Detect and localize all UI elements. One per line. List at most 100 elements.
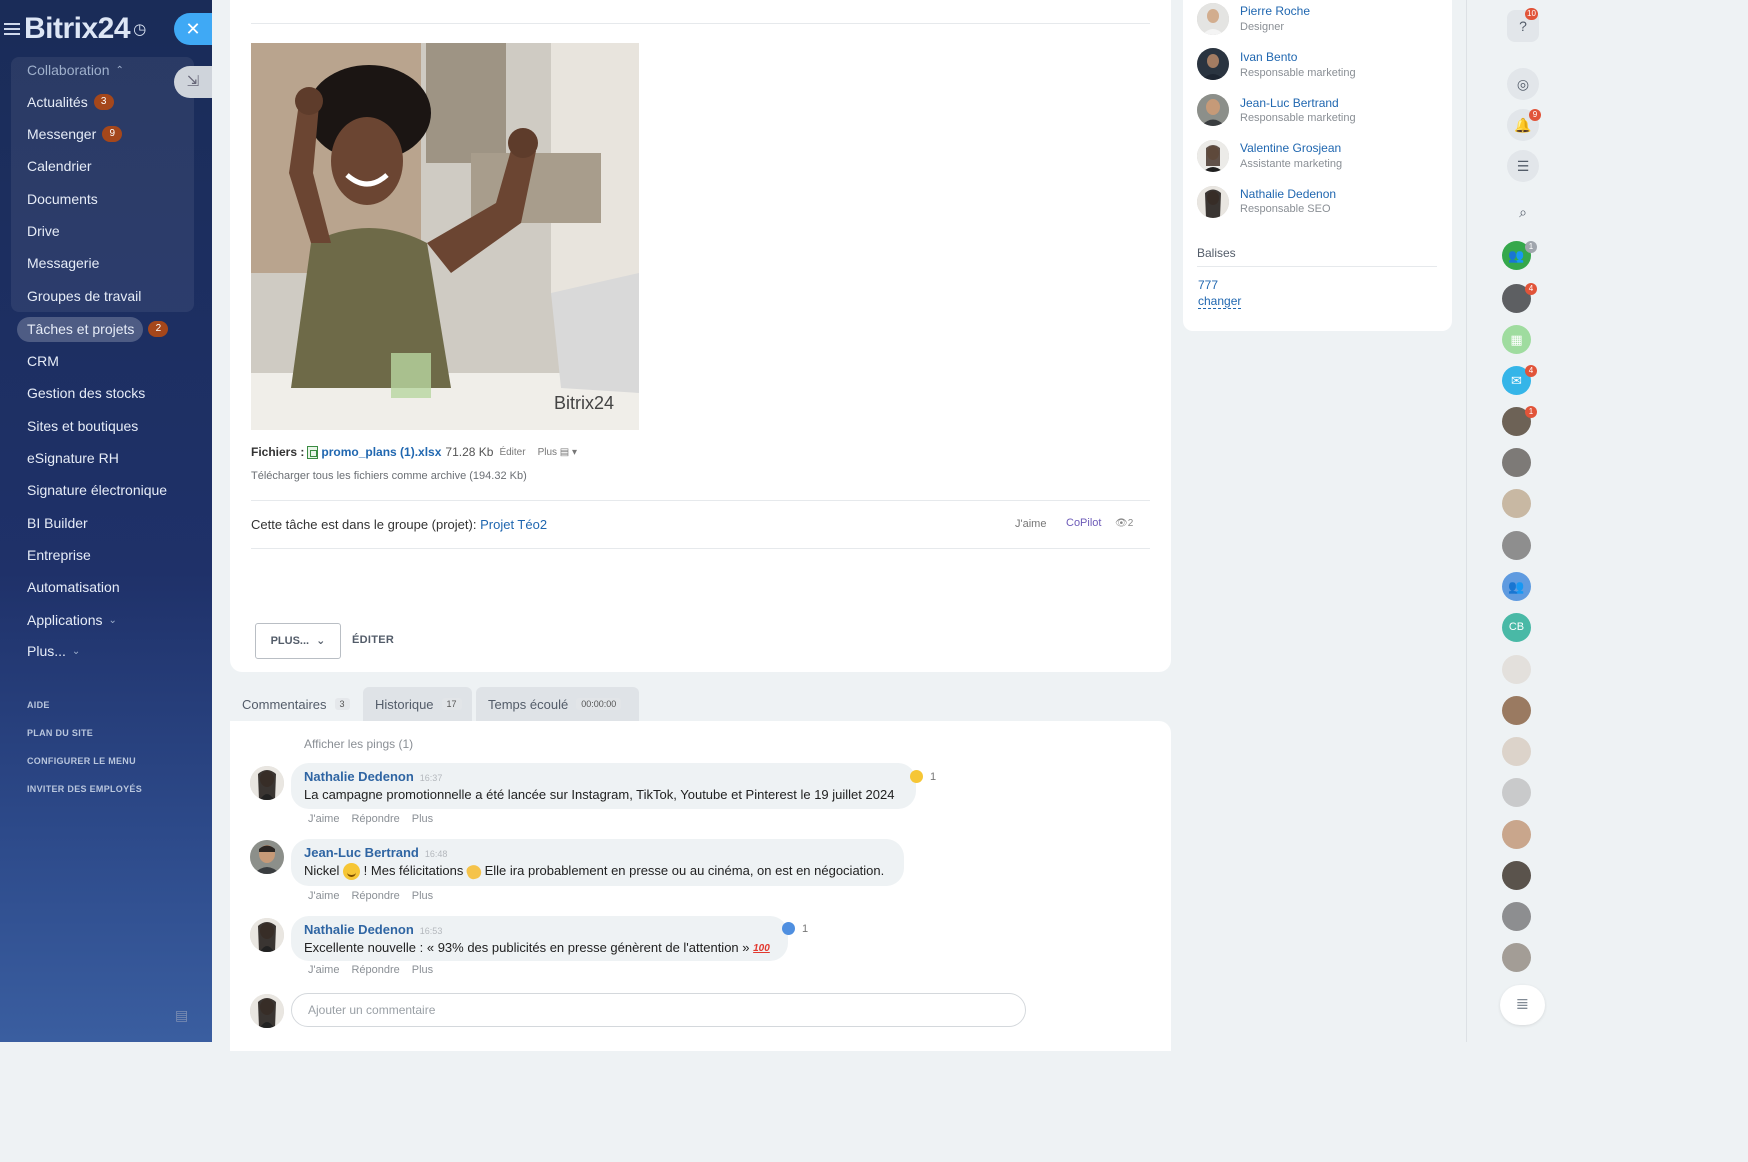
group-label: Cette tâche est dans le groupe (projet): xyxy=(251,517,477,532)
avatar[interactable] xyxy=(1197,140,1229,172)
sidebar-item-applications[interactable]: Applications ⌄ xyxy=(27,612,117,628)
edit-button[interactable]: ÉDITER xyxy=(352,634,394,646)
sidebar-item-label: Calendrier xyxy=(27,158,92,174)
comment-author[interactable]: Nathalie Dedenon xyxy=(304,922,414,937)
avatar[interactable] xyxy=(1502,531,1531,560)
reaction[interactable]: 1 xyxy=(782,922,808,935)
document-chat-icon[interactable]: ▦ xyxy=(1502,325,1531,354)
sidebar-item-groupes[interactable]: Groupes de travail xyxy=(27,288,141,304)
close-icon[interactable]: ✕ xyxy=(174,13,212,45)
tab-history[interactable]: Historique 17 xyxy=(363,687,472,721)
logo[interactable]: Bitrix24 ◷ xyxy=(4,12,146,46)
avatar[interactable] xyxy=(1502,820,1531,849)
avatar[interactable] xyxy=(1502,737,1531,766)
sidebar-item-documents[interactable]: Documents xyxy=(27,191,98,207)
avatar[interactable] xyxy=(1502,943,1531,972)
sidebar-item-crm[interactable]: CRM xyxy=(27,353,59,369)
avatar[interactable] xyxy=(1502,902,1531,931)
sidebar-item-bi-builder[interactable]: BI Builder xyxy=(27,515,88,531)
comment-time: 16:53 xyxy=(419,926,443,936)
menu-icon[interactable] xyxy=(4,23,20,35)
file-edit-link[interactable]: Éditer xyxy=(499,447,525,458)
more-link[interactable]: Plus xyxy=(412,813,433,825)
participant-name[interactable]: Nathalie Dedenon xyxy=(1240,187,1336,201)
like-link[interactable]: J'aime xyxy=(308,890,339,902)
sidebar-item-esignature-rh[interactable]: eSignature RH xyxy=(27,450,119,466)
comment-author[interactable]: Nathalie Dedenon xyxy=(304,769,414,784)
more-link[interactable]: Plus xyxy=(412,964,433,976)
tab-time-spent[interactable]: Temps écoulé 00:00:00 xyxy=(476,687,639,721)
like-link[interactable]: J'aime xyxy=(308,813,339,825)
chat-icon[interactable]: ☰ xyxy=(1507,150,1539,182)
add-comment-input[interactable]: Ajouter un commentaire xyxy=(291,993,1026,1027)
sidebar-item-automatisation[interactable]: Automatisation xyxy=(27,579,120,595)
sidebar-item-stocks[interactable]: Gestion des stocks xyxy=(27,385,145,401)
sidebar-item-messenger[interactable]: Messenger 9 xyxy=(27,126,123,142)
tab-count: 00:00:00 xyxy=(576,698,622,710)
sidebar-item-entreprise[interactable]: Entreprise xyxy=(27,547,91,563)
sidebar-link-configurer[interactable]: CONFIGURER LE MENU xyxy=(27,756,136,766)
avatar[interactable] xyxy=(1502,655,1531,684)
sidebar-item-label: CRM xyxy=(27,353,59,369)
avatar[interactable] xyxy=(250,766,284,800)
show-pings-link[interactable]: Afficher les pings (1) xyxy=(304,737,413,751)
avatar[interactable] xyxy=(1197,48,1229,80)
file-more-menu[interactable]: Plus ▤ ▾ xyxy=(538,447,577,458)
participant-name[interactable]: Valentine Grosjean xyxy=(1240,141,1341,155)
smile-emoji-icon xyxy=(343,863,361,881)
participant-name[interactable]: Jean-Luc Bertrand xyxy=(1240,96,1339,110)
avatar[interactable] xyxy=(1502,489,1531,518)
sidebar-link-aide[interactable]: AIDE xyxy=(27,700,50,710)
sidebar-item-calendrier[interactable]: Calendrier xyxy=(27,158,92,174)
copilot-icon[interactable]: ◎ xyxy=(1507,68,1539,100)
reply-link[interactable]: Répondre xyxy=(351,890,399,902)
like-button[interactable]: J'aime xyxy=(1015,518,1046,530)
avatar[interactable] xyxy=(1502,861,1531,890)
sidebar-link-inviter[interactable]: INVITER DES EMPLOYÉS xyxy=(27,784,142,794)
file-link[interactable]: promo_plans (1).xlsx xyxy=(321,445,441,459)
sidebar-item-plus[interactable]: Plus... ⌄ xyxy=(27,643,80,659)
collapse-icon[interactable]: ⇲ xyxy=(174,66,212,98)
avatar[interactable] xyxy=(1197,186,1229,218)
avatar[interactable] xyxy=(1502,448,1531,477)
participant-name[interactable]: Ivan Bento xyxy=(1240,50,1297,64)
reply-link[interactable]: Répondre xyxy=(351,964,399,976)
unread-badge: 1 xyxy=(1525,241,1537,253)
sidebar-item-signature[interactable]: Signature électronique xyxy=(27,482,167,498)
image-watermark: Bitrix24 xyxy=(554,393,614,413)
laugh-emoji-icon xyxy=(910,770,923,783)
task-image[interactable]: Bitrix24 xyxy=(251,43,639,430)
sidebar-item-actualites[interactable]: Actualités 3 xyxy=(27,94,114,110)
avatar[interactable] xyxy=(1502,778,1531,807)
reaction[interactable]: 1 xyxy=(910,770,936,783)
reply-link[interactable]: Répondre xyxy=(351,813,399,825)
avatar[interactable] xyxy=(1197,3,1229,35)
change-tags-link[interactable]: changer xyxy=(1198,294,1242,309)
plus-dropdown-button[interactable]: PLUS... ⌄ xyxy=(255,623,341,659)
menu-icon[interactable]: ≣ xyxy=(1500,985,1545,1025)
like-link[interactable]: J'aime xyxy=(308,964,339,976)
avatar[interactable] xyxy=(250,840,284,874)
sidebar-item-collaboration[interactable]: Collaboration ⌃ xyxy=(27,62,124,78)
avatar[interactable] xyxy=(250,918,284,952)
search-icon[interactable]: ⌕ xyxy=(1507,196,1539,228)
avatar-initials[interactable]: CB xyxy=(1502,613,1531,642)
group-chat-icon[interactable]: 👥 xyxy=(1502,572,1531,601)
comment-author[interactable]: Jean-Luc Bertrand xyxy=(304,845,419,860)
more-link[interactable]: Plus xyxy=(412,890,433,902)
sidebar-item-sites[interactable]: Sites et boutiques xyxy=(27,418,138,434)
avatar[interactable] xyxy=(1502,696,1531,725)
group-link[interactable]: Projet Téo2 xyxy=(480,517,547,532)
copilot-button[interactable]: CoPilot xyxy=(1066,517,1101,529)
avatar[interactable] xyxy=(1197,94,1229,126)
group-info: Cette tâche est dans le groupe (projet):… xyxy=(251,517,547,532)
tab-comments[interactable]: Commentaires 3 xyxy=(230,687,360,721)
print-icon[interactable]: ▤ xyxy=(175,1007,188,1024)
sidebar-link-plan[interactable]: PLAN DU SITE xyxy=(27,728,93,738)
sidebar-item-messagerie[interactable]: Messagerie xyxy=(27,255,99,271)
sidebar-item-taches[interactable]: Tâches et projets 2 xyxy=(27,321,169,337)
sidebar-item-drive[interactable]: Drive xyxy=(27,223,60,239)
participant-name[interactable]: Pierre Roche xyxy=(1240,4,1310,18)
tag-value[interactable]: 777 xyxy=(1198,278,1218,292)
download-all-link[interactable]: Télécharger tous les fichiers comme arch… xyxy=(251,470,527,482)
